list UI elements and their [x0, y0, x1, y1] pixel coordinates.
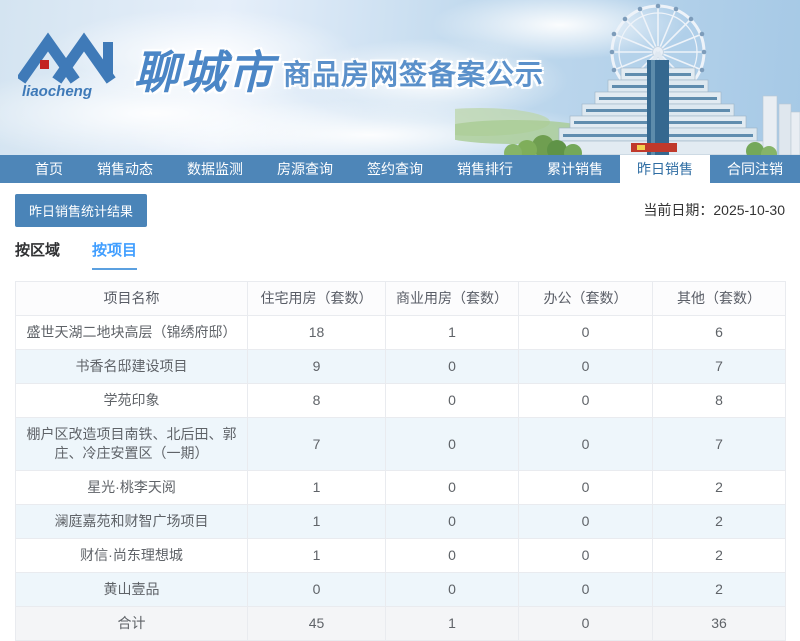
count-cell: 1 [385, 315, 519, 350]
column-header: 项目名称 [15, 281, 248, 316]
count-cell: 2 [652, 504, 786, 539]
count-cell: 1 [247, 538, 386, 573]
count-cell: 7 [652, 349, 786, 384]
count-cell: 0 [385, 504, 519, 539]
column-header: 商业用房（套数） [385, 281, 519, 316]
count-cell: 0 [385, 470, 519, 505]
nav-item-8[interactable]: 昨日销售 [620, 155, 710, 183]
view-tabs: 按区域 按项目 [0, 229, 800, 270]
count-cell: 2 [652, 572, 786, 607]
page-title: 商品房网签备案公示 [283, 59, 545, 90]
project-name-cell: 学苑印象 [15, 383, 248, 418]
column-header: 住宅用房（套数） [247, 281, 386, 316]
total-row: 合计 45 1 0 36 [15, 606, 786, 641]
table-row: 黄山壹品 0 0 0 2 [15, 572, 786, 607]
table-row: 盛世天湖二地块高层（锦绣府邸） 18 1 0 6 [15, 315, 786, 350]
city-name: 聊城市 [134, 46, 276, 98]
count-cell: 2 [652, 538, 786, 573]
sales-table: 项目名称 住宅用房（套数） 商业用房（套数） 办公（套数） 其他（套数） 盛世天湖二地块… [15, 281, 786, 641]
table-row: 棚户区改造项目南铁、北后田、郭庄、冷庄安置区（一期） 7 0 0 7 [15, 417, 786, 471]
liaocheng-m-logo-icon: liaocheng [18, 32, 116, 100]
nav-item-9[interactable]: 合同注销 [710, 155, 800, 183]
yesterday-sales-stats-button[interactable]: 昨日销售统计结果 [15, 194, 148, 227]
nav-item-4[interactable]: 房源查询 [260, 155, 350, 183]
table-header-row: 项目名称 住宅用房（套数） 商业用房（套数） 办公（套数） 其他（套数） [15, 281, 786, 316]
nav-item-2[interactable]: 销售动态 [80, 155, 170, 183]
count-cell: 0 [518, 504, 653, 539]
project-name-cell: 书香名邸建设项目 [15, 349, 248, 384]
count-cell: 1 [247, 470, 386, 505]
count-cell: 7 [652, 417, 786, 471]
count-cell: 0 [385, 417, 519, 471]
nav-bar: 首页 销售动态 数据监测 房源查询 签约查询 销售排行 累计销售 昨日销售 合同注销 [0, 155, 800, 183]
count-cell: 8 [652, 383, 786, 418]
count-cell: 0 [385, 572, 519, 607]
table-row: 澜庭嘉苑和财智广场项目 1 0 0 2 [15, 504, 786, 539]
site-banner: liaocheng 聊城市 商品房网签备案公示 [0, 0, 800, 155]
current-date-label: 当前日期： [643, 202, 714, 218]
project-name-cell: 黄山壹品 [15, 572, 248, 607]
count-cell: 0 [385, 383, 519, 418]
nav-item-3[interactable]: 数据监测 [170, 155, 260, 183]
count-cell: 0 [518, 538, 653, 573]
project-name-cell: 盛世天湖二地块高层（锦绣府邸） [15, 315, 248, 350]
count-cell: 0 [518, 606, 653, 641]
count-cell: 0 [518, 572, 653, 607]
current-date-value: 2025-10-30 [713, 202, 785, 218]
nav-item-6[interactable]: 销售排行 [440, 155, 530, 183]
count-cell: 1 [385, 606, 519, 641]
project-name-cell: 合计 [15, 606, 248, 641]
column-header: 其他（套数） [652, 281, 786, 316]
current-date: 当前日期：2025-10-30 [643, 200, 785, 220]
count-cell: 0 [247, 572, 386, 607]
logo-script-text: liaocheng [22, 83, 92, 100]
count-cell: 0 [518, 417, 653, 471]
count-cell: 1 [247, 504, 386, 539]
count-cell: 6 [652, 315, 786, 350]
count-cell: 0 [385, 538, 519, 573]
count-cell: 0 [518, 383, 653, 418]
count-cell: 0 [518, 315, 653, 350]
count-cell: 45 [247, 606, 386, 641]
table-row: 学苑印象 8 0 0 8 [15, 383, 786, 418]
toolbar: 昨日销售统计结果 当前日期：2025-10-30 [0, 183, 800, 229]
count-cell: 9 [247, 349, 386, 384]
count-cell: 0 [518, 349, 653, 384]
project-name-cell: 澜庭嘉苑和财智广场项目 [15, 504, 248, 539]
count-cell: 2 [652, 470, 786, 505]
nav-item-1[interactable]: 首页 [18, 155, 80, 183]
count-cell: 0 [385, 349, 519, 384]
count-cell: 8 [247, 383, 386, 418]
table-row: 财信·尚东理想城 1 0 0 2 [15, 538, 786, 573]
count-cell: 18 [247, 315, 386, 350]
project-name-cell: 星光·桃李天阅 [15, 470, 248, 505]
count-cell: 0 [518, 470, 653, 505]
nav-item-7[interactable]: 累计销售 [530, 155, 620, 183]
tab-by-project[interactable]: 按项目 [92, 239, 138, 270]
column-header: 办公（套数） [518, 281, 653, 316]
table-body: 盛世天湖二地块高层（锦绣府邸） 18 1 0 6 书香名邸建设项目 9 0 0 7 学苑印象 8 0 0 8… [15, 315, 786, 641]
table-row: 书香名邸建设项目 9 0 0 7 [15, 349, 786, 384]
count-cell: 36 [652, 606, 786, 641]
project-name-cell: 财信·尚东理想城 [15, 538, 248, 573]
nav-item-5[interactable]: 签约查询 [350, 155, 440, 183]
tab-by-region[interactable]: 按区域 [15, 239, 60, 270]
count-cell: 7 [247, 417, 386, 471]
table-row: 星光·桃李天阅 1 0 0 2 [15, 470, 786, 505]
project-name-cell: 棚户区改造项目南铁、北后田、郭庄、冷庄安置区（一期） [15, 417, 248, 471]
